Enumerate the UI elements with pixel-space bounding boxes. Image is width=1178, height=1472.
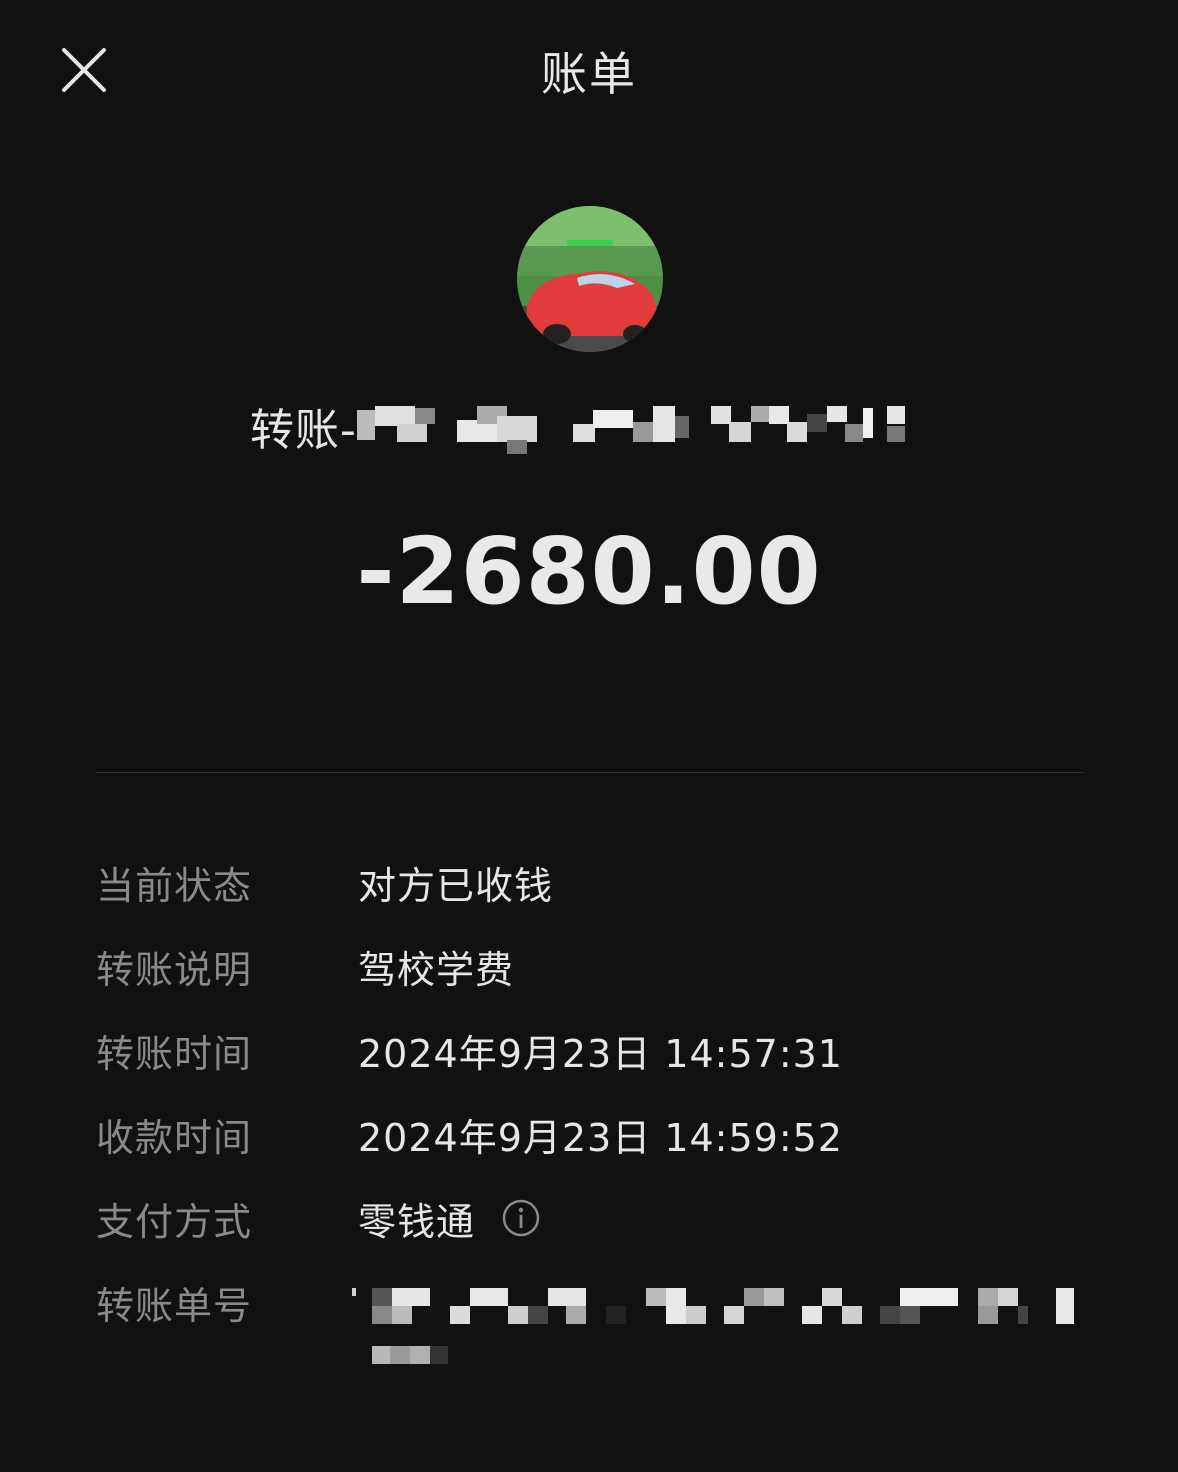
detail-row-transfer-time: 转账时间 2024年9月23日 14:57:31 bbox=[96, 1020, 1086, 1080]
payment-method-label: 支付方式 bbox=[96, 1199, 253, 1244]
payee-name-row: 转账- bbox=[250, 396, 1047, 456]
redacted-transaction-id bbox=[352, 1284, 1082, 1388]
redacted-payee-name bbox=[356, 396, 1047, 456]
note-value: 驾校学费 bbox=[358, 947, 515, 992]
transfer-time-label: 转账时间 bbox=[96, 1031, 253, 1076]
detail-row-status: 当前状态 对方已收钱 bbox=[96, 852, 1086, 912]
payment-method-value-wrap: 零钱通 bbox=[358, 1191, 541, 1246]
page-title: 账单 bbox=[541, 47, 637, 101]
detail-row-note: 转账说明 驾校学费 bbox=[96, 936, 1086, 996]
payee-name: 转账- bbox=[250, 405, 357, 456]
payment-method-value: 零钱通 bbox=[358, 1199, 476, 1244]
transfer-time-value: 2024年9月23日 14:57:31 bbox=[358, 1031, 843, 1076]
note-label: 转账说明 bbox=[96, 947, 253, 992]
detail-row-receive-time: 收款时间 2024年9月23日 14:59:52 bbox=[96, 1104, 1086, 1164]
divider bbox=[96, 772, 1084, 773]
transfer-amount: -2680.00 bbox=[356, 518, 822, 625]
info-icon[interactable] bbox=[501, 1198, 541, 1238]
payee-avatar[interactable] bbox=[517, 206, 663, 352]
detail-row-payment-method: 支付方式 零钱通 bbox=[96, 1188, 1086, 1248]
avatar-image bbox=[517, 206, 663, 352]
transaction-id-label: 转账单号 bbox=[96, 1283, 253, 1328]
receive-time-label: 收款时间 bbox=[96, 1115, 253, 1160]
status-label: 当前状态 bbox=[96, 863, 253, 908]
receive-time-value: 2024年9月23日 14:59:52 bbox=[358, 1115, 843, 1160]
status-value: 对方已收钱 bbox=[358, 863, 554, 908]
